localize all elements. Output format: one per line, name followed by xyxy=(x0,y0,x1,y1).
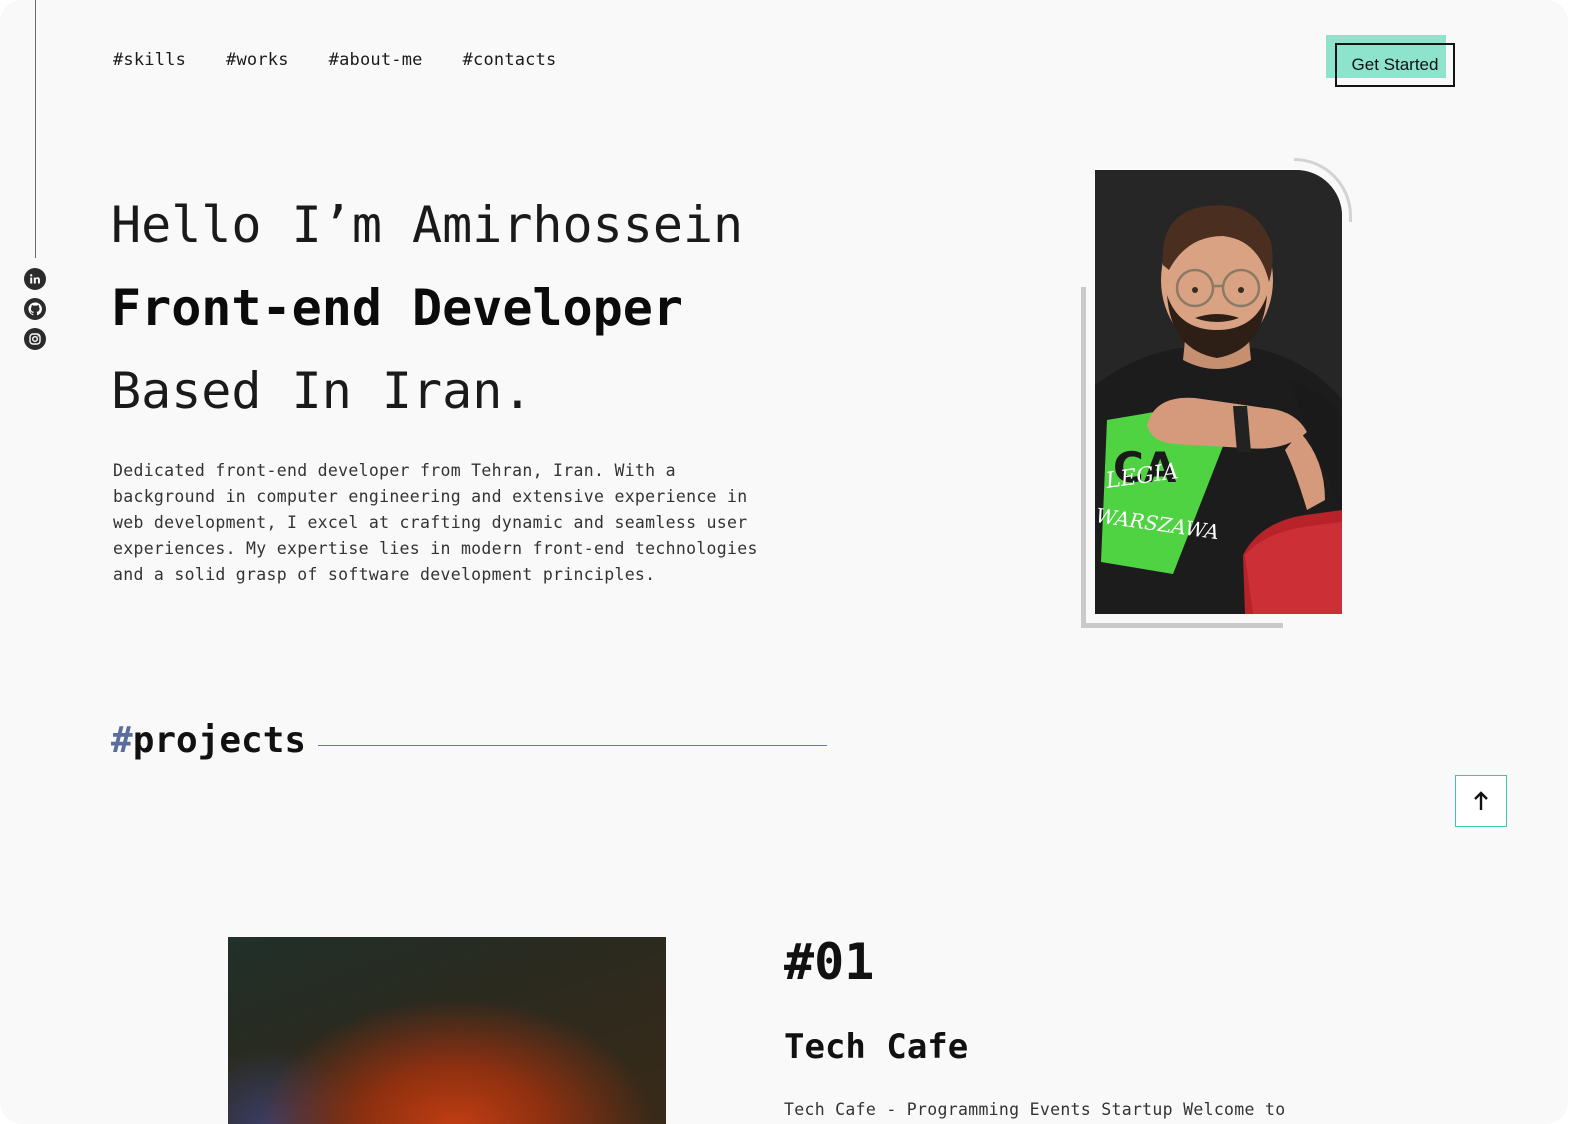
hero-location: Based In Iran. xyxy=(111,362,533,420)
github-icon[interactable] xyxy=(24,298,46,320)
get-started-button[interactable]: Get Started xyxy=(1335,43,1455,87)
hero-bio: Dedicated front-end developer from Tehra… xyxy=(113,461,758,584)
linkedin-icon[interactable] xyxy=(24,268,46,290)
project-description: Tech Cafe - Programming Events Startup W… xyxy=(784,1100,1286,1119)
get-started-wrap: Get Started xyxy=(1326,35,1456,89)
nav-contacts[interactable]: #contacts xyxy=(463,50,557,70)
hero-greeting: Hello I’m Amirhossein xyxy=(111,196,744,254)
project-thumbnail[interactable] xyxy=(228,937,666,1124)
instagram-icon[interactable] xyxy=(24,328,46,350)
project-title: Tech Cafe xyxy=(784,1027,969,1067)
nav-about-me[interactable]: #about-me xyxy=(329,50,423,70)
hero-role: Front-end Developer xyxy=(111,279,683,337)
top-nav: #skills #works #about-me #contacts xyxy=(113,50,557,70)
side-line xyxy=(35,0,36,258)
profile-photo: CA LEGIA WARSZAWA xyxy=(1095,170,1342,614)
projects-heading-rule xyxy=(318,745,827,746)
projects-heading-hash: # xyxy=(111,720,133,761)
projects-heading: #projects xyxy=(111,720,306,761)
projects-heading-word: projects xyxy=(132,720,307,761)
arrow-up-icon xyxy=(1474,791,1488,810)
page: #skills #works #about-me #contacts Get S… xyxy=(0,0,1568,1124)
project-number: #01 xyxy=(784,933,875,991)
nav-skills[interactable]: #skills xyxy=(113,50,186,70)
nav-works[interactable]: #works xyxy=(226,50,289,70)
scroll-to-top-button[interactable] xyxy=(1455,775,1507,827)
